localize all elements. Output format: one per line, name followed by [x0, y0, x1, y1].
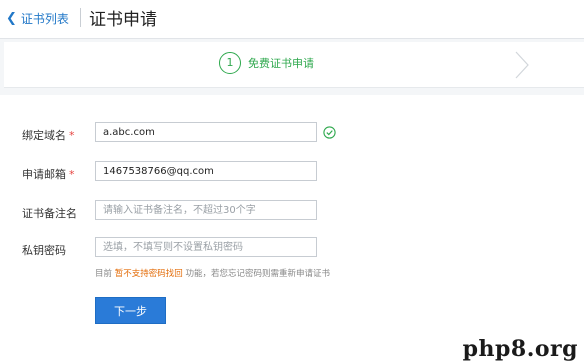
hint-warning: 暂不支持密码找回 [114, 269, 183, 279]
back-to-certificate-list-link[interactable]: ❮ 证书列表 [6, 9, 69, 27]
header-divider [80, 8, 81, 27]
email-field-label: 申请邮箱 * [22, 166, 75, 182]
back-link-label: 证书列表 [20, 11, 69, 26]
next-step-button[interactable]: 下一步 [95, 297, 166, 324]
required-mark: * [69, 129, 75, 142]
domain-field-label: 绑定域名 * [22, 127, 75, 143]
email-input[interactable] [95, 161, 317, 181]
page-title: 证书申请 [89, 10, 157, 30]
email-label-text: 申请邮箱 [22, 168, 66, 181]
certificate-note-input[interactable] [95, 200, 317, 220]
hint-prefix: 目前 [95, 269, 113, 279]
certificate-application-form: 绑定域名* 申请邮箱* 证书备注名 私钥密码 目前 暂不支持密码找回 功能，若您… [0, 95, 584, 364]
private-key-password-input[interactable] [95, 237, 317, 257]
domain-input[interactable] [95, 122, 317, 142]
page-header: ❮ 证书列表 证书申请 [0, 0, 584, 39]
note-field-label: 证书备注名 [22, 207, 77, 220]
step-indicator: 1 免费证书申请 [4, 42, 584, 88]
domain-label-text: 绑定域名 [22, 129, 66, 142]
key-password-field-label: 私钥密码 [22, 244, 66, 257]
required-mark: * [69, 168, 75, 181]
password-hint: 目前 暂不支持密码找回 功能，若您忘记密码则需重新申请证书 [95, 267, 330, 279]
step-label: 免费证书申请 [248, 57, 314, 70]
step-number-badge: 1 [219, 52, 241, 74]
hint-suffix: 功能，若您忘记密码则需重新申请证书 [185, 269, 330, 279]
site-watermark: php8.org [462, 336, 578, 362]
chevron-left-icon: ❮ [6, 10, 17, 26]
step-chevron-right-icon [515, 51, 529, 79]
check-circle-icon [323, 126, 336, 139]
